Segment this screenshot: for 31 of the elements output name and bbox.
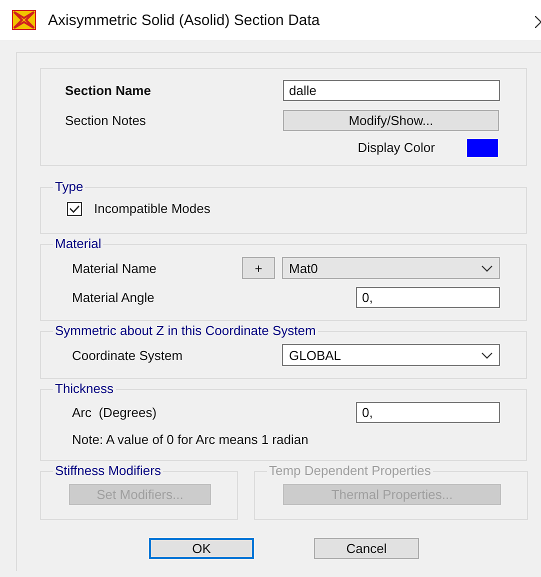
- close-icon[interactable]: [535, 16, 541, 28]
- field-label: Arc (Degrees): [72, 405, 157, 420]
- chevron-down-icon: [481, 264, 493, 272]
- coordinate-system-dropdown[interactable]: GLOBAL: [282, 344, 500, 366]
- group-title: Thickness: [54, 382, 115, 396]
- material-angle-field[interactable]: 0,: [356, 287, 500, 308]
- field-label: Material Angle: [72, 290, 154, 305]
- color-swatch[interactable]: [467, 138, 498, 156]
- field-label: Material Name: [72, 260, 157, 276]
- field-label: Coordinate System: [72, 348, 183, 362]
- dialog-button[interactable]: Cancel: [314, 538, 419, 559]
- checkbox[interactable]: [67, 202, 82, 216]
- modify-show-button[interactable]: Modify/Show...: [283, 110, 499, 131]
- section-name-field[interactable]: dalle: [283, 80, 500, 101]
- note-text: Note: A value of 0 for Arc means 1 radian: [72, 432, 308, 447]
- arc-field[interactable]: 0,: [356, 402, 500, 423]
- chevron-down-icon: [481, 352, 493, 358]
- field-label: Display Color: [358, 140, 435, 155]
- group-title: Stiffness Modifiers: [54, 464, 162, 478]
- checkbox-label: Incompatible Modes: [94, 201, 210, 216]
- group-title: Temp Dependent Properties: [268, 464, 432, 478]
- dialog-button[interactable]: OK: [149, 538, 254, 559]
- group-title: Symmetric about Z in this Coordinate System: [54, 324, 317, 338]
- material-dropdown[interactable]: Mat0: [282, 257, 500, 279]
- group-title: Material: [54, 237, 102, 251]
- add-material-button[interactable]: +: [242, 257, 275, 279]
- field-label: Section Notes: [65, 113, 146, 128]
- app-logo-icon: [12, 10, 36, 30]
- field-label: Section Name: [65, 83, 151, 98]
- group-title: Type: [54, 180, 84, 194]
- window-title: Axisymmetric Solid (Asolid) Section Data: [48, 12, 320, 28]
